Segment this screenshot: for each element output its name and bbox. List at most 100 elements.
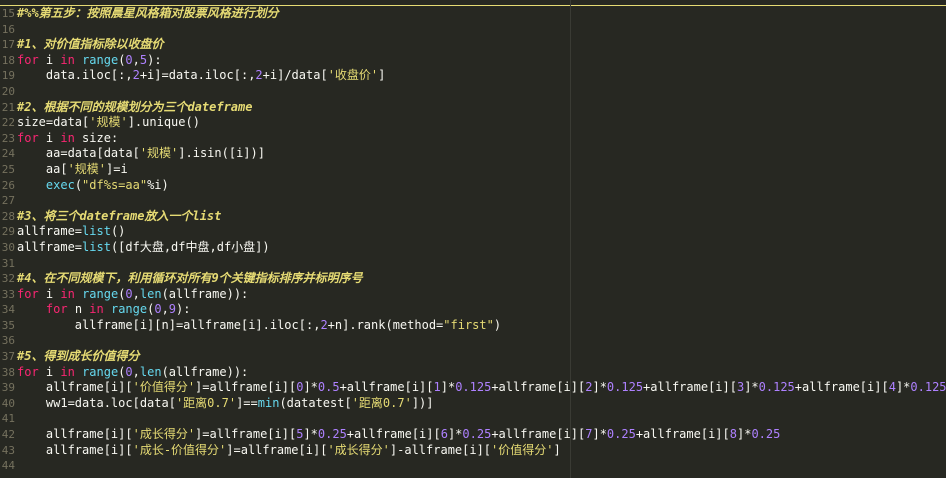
code-line[interactable]: 25 aa['规模']=i (0, 162, 946, 178)
code-line[interactable]: 28 #3、将三个dateframe放入一个list (0, 209, 946, 225)
code-token: in (60, 364, 75, 379)
code-text[interactable]: data.iloc[:,2+i]=data.iloc[:,2+i]/data['… (17, 68, 385, 84)
code-text[interactable]: ww1=data.loc[data['距离0.7']==min(datatest… (17, 396, 434, 412)
code-token: '规模' (67, 161, 107, 176)
code-lines[interactable]: 15 #%%第五步：按照晨星风格箱对股票风格进行划分 16 17 #1、对价值指标除以收… (0, 6, 946, 474)
code-text[interactable]: allframe[i][n]=allframe[i].iloc[:,2+n].r… (17, 318, 501, 334)
code-line[interactable]: 38 for i in range(0,len(allframe)): (0, 365, 946, 381)
code-text[interactable]: #5、得到成长价值得分 (17, 349, 139, 365)
code-token: for (17, 364, 39, 379)
line-number: 26 (1, 178, 15, 192)
code-token: range (110, 302, 148, 317)
code-token: '成长得分' (327, 442, 390, 457)
code-line[interactable]: 18 for i in range(0,5): (0, 53, 946, 69)
code-text[interactable]: size=data['规模'].unique() (17, 115, 200, 131)
code-text[interactable]: #4、在不同规模下，利用循环对所有9个关键指标排序并标明序号 (17, 271, 363, 287)
code-line[interactable]: 31 (0, 256, 946, 272)
line-number: 29 (1, 225, 15, 239)
code-line[interactable]: 33 for i in range(0,len(allframe)): (0, 287, 946, 303)
code-token: ( (74, 177, 83, 192)
code-token: in (60, 130, 75, 145)
code-token: 9 (168, 302, 177, 317)
code-text[interactable]: for i in size: (17, 131, 118, 147)
code-text[interactable]: #2、根据不同的规模划分为三个dateframe (17, 100, 252, 116)
line-number: 32 (1, 272, 15, 286)
code-token: allframe[i][ (17, 427, 133, 442)
code-text[interactable]: for i in range(0,5): (17, 53, 162, 69)
code-line[interactable]: 35 allframe[i][n]=allframe[i].iloc[:,2+n… (0, 318, 946, 334)
code-token: 1 (433, 380, 441, 395)
code-token: (allframe)): (161, 364, 249, 379)
code-text[interactable]: allframe[i]['成长得分']=allframe[i][5]*0.25+… (17, 427, 780, 443)
code-line[interactable]: 21 #2、根据不同的规模划分为三个dateframe (0, 100, 946, 116)
code-line[interactable]: 19 data.iloc[:,2+i]=data.iloc[:,2+i]/dat… (0, 68, 946, 84)
code-text[interactable]: #%%第五步：按照晨星风格箱对股票风格进行划分 (17, 6, 279, 22)
code-line[interactable]: 23 for i in size: (0, 131, 946, 147)
code-text[interactable]: aa=data[data['规模'].isin([i])] (17, 146, 265, 162)
code-line[interactable]: 15 #%%第五步：按照晨星风格箱对股票风格进行划分 (0, 6, 946, 22)
line-number: 17 (1, 38, 15, 52)
code-token: size: (74, 130, 119, 145)
code-line[interactable]: 17 #1、对价值指标除以收盘价 (0, 37, 946, 53)
code-text[interactable]: #3、将三个dateframe放入一个list (17, 209, 221, 225)
code-text[interactable]: for n in range(0,9): (17, 302, 191, 318)
code-token: ): (147, 52, 162, 67)
code-token: 0 (125, 52, 133, 67)
code-line[interactable]: 26 exec("df%s=aa"%i) (0, 178, 946, 194)
code-token: ]* (895, 380, 911, 395)
code-line[interactable]: 22 size=data['规模'].unique() (0, 115, 946, 131)
code-token: ]=i (106, 161, 128, 176)
code-token: range (82, 52, 119, 67)
code-text[interactable]: allframe=list() (17, 224, 125, 240)
code-token: ]* (736, 427, 752, 442)
line-number: 15 (1, 7, 15, 20)
code-token: 6 (440, 427, 448, 442)
code-token: 0 (154, 302, 162, 317)
code-editor[interactable]: 15 #%%第五步：按照晨星风格箱对股票风格进行划分 16 17 #1、对价值指标除以收… (0, 0, 946, 478)
code-text[interactable]: #1、对价值指标除以收盘价 (17, 37, 163, 53)
code-line[interactable]: 30 allframe=list([df大盘,df中盘,df小盘]) (0, 240, 946, 256)
code-text[interactable]: allframe=list([df大盘,df中盘,df小盘]) (17, 240, 270, 256)
code-text[interactable]: allframe[i]['成长-价值得分']=allframe[i]['成长得分… (17, 443, 561, 459)
line-number: 19 (1, 69, 15, 83)
code-token: ]=allframe[i][ (226, 442, 328, 457)
code-line[interactable]: 40 ww1=data.loc[data['距离0.7']==min(datat… (0, 396, 946, 412)
code-line[interactable]: 43 allframe[i]['成长-价值得分']=allframe[i]['成… (0, 443, 946, 459)
code-token: i (38, 52, 61, 67)
code-line[interactable]: 27 (0, 193, 946, 209)
code-token: 4 (888, 380, 896, 395)
code-text[interactable]: for i in range(0,len(allframe)): (17, 365, 248, 381)
code-token: n (67, 302, 90, 317)
code-token: #2、根据不同的规模划分为三个dateframe (17, 99, 253, 114)
code-text[interactable]: exec("df%s=aa"%i) (17, 178, 169, 194)
code-token: 0.125 (606, 380, 644, 395)
code-token: () (110, 224, 126, 239)
code-token: 0.25 (751, 427, 781, 442)
code-line[interactable]: 39 allframe[i]['价值得分']=allframe[i][0]*0.… (0, 380, 946, 396)
code-text[interactable]: aa['规模']=i (17, 162, 128, 178)
code-text[interactable]: allframe[i]['价值得分']=allframe[i][0]*0.5+a… (17, 380, 946, 396)
code-line[interactable]: 42 allframe[i]['成长得分']=allframe[i][5]*0.… (0, 427, 946, 443)
code-line[interactable]: 34 for n in range(0,9): (0, 302, 946, 318)
code-line[interactable]: 29 allframe=list() (0, 224, 946, 240)
code-line[interactable]: 36 (0, 333, 946, 349)
code-token: +allframe[i][ (635, 427, 730, 442)
code-line[interactable]: 41 (0, 411, 946, 427)
code-line[interactable]: 24 aa=data[data['规模'].isin([i])] (0, 146, 946, 162)
code-token: #1、对价值指标除以收盘价 (17, 37, 164, 52)
code-token: '成长得分' (132, 427, 196, 442)
code-line[interactable]: 32 #4、在不同规模下，利用循环对所有9个关键指标排序并标明序号 (0, 271, 946, 287)
line-number: 42 (1, 428, 15, 442)
code-line[interactable]: 20 (0, 84, 946, 100)
code-line[interactable]: 37 #5、得到成长价值得分 (0, 349, 946, 365)
code-token: size=data[ (17, 115, 90, 130)
code-token: +i]=data.iloc[:, (139, 68, 256, 83)
code-text[interactable]: for i in range(0,len(allframe)): (17, 287, 248, 303)
code-token: +i]/data[ (262, 68, 328, 83)
code-line[interactable]: 16 (0, 22, 946, 38)
code-token: ]* (303, 380, 318, 395)
code-line[interactable]: 44 (0, 458, 946, 474)
code-token: 8 (729, 427, 737, 442)
